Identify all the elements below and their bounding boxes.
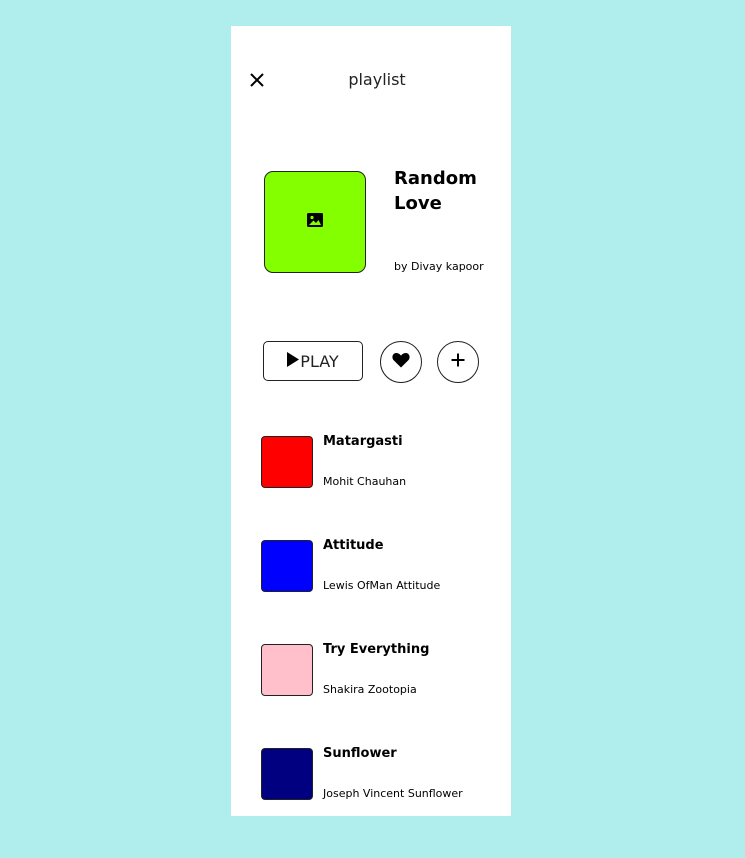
image-icon bbox=[306, 212, 324, 232]
like-button[interactable] bbox=[380, 341, 422, 383]
page-title: playlist bbox=[348, 70, 406, 89]
playlist-panel: playlist Random Love by Divay kapoor PLA… bbox=[231, 26, 511, 816]
track-thumbnail bbox=[261, 540, 313, 592]
track-thumbnail bbox=[261, 644, 313, 696]
play-button[interactable]: PLAY bbox=[263, 341, 363, 381]
play-icon bbox=[287, 351, 300, 371]
track-title: Attitude bbox=[323, 538, 384, 553]
track-item[interactable]: Attitude Lewis OfMan Attitude bbox=[261, 538, 501, 600]
playlist-name: Random Love bbox=[394, 168, 477, 214]
track-item[interactable]: Matargasti Mohit Chauhan bbox=[261, 434, 501, 496]
track-item[interactable]: Sunflower Joseph Vincent Sunflower bbox=[261, 746, 501, 808]
track-title: Try Everything bbox=[323, 642, 430, 657]
add-button[interactable] bbox=[437, 341, 479, 383]
playlist-cover bbox=[264, 171, 366, 273]
plus-icon bbox=[450, 352, 466, 372]
track-thumbnail bbox=[261, 748, 313, 800]
track-thumbnail bbox=[261, 436, 313, 488]
track-item[interactable]: Try Everything Shakira Zootopia bbox=[261, 642, 501, 704]
heart-icon bbox=[392, 352, 410, 372]
track-artist: Mohit Chauhan bbox=[323, 475, 407, 488]
track-artist: Lewis OfMan Attitude bbox=[323, 579, 441, 592]
track-artist: Shakira Zootopia bbox=[323, 683, 417, 696]
track-title: Matargasti bbox=[323, 434, 403, 449]
play-button-label: PLAY bbox=[300, 351, 339, 371]
track-artist: Joseph Vincent Sunflower bbox=[323, 787, 463, 800]
playlist-author: by Divay kapoor bbox=[394, 260, 484, 273]
track-title: Sunflower bbox=[323, 746, 397, 761]
